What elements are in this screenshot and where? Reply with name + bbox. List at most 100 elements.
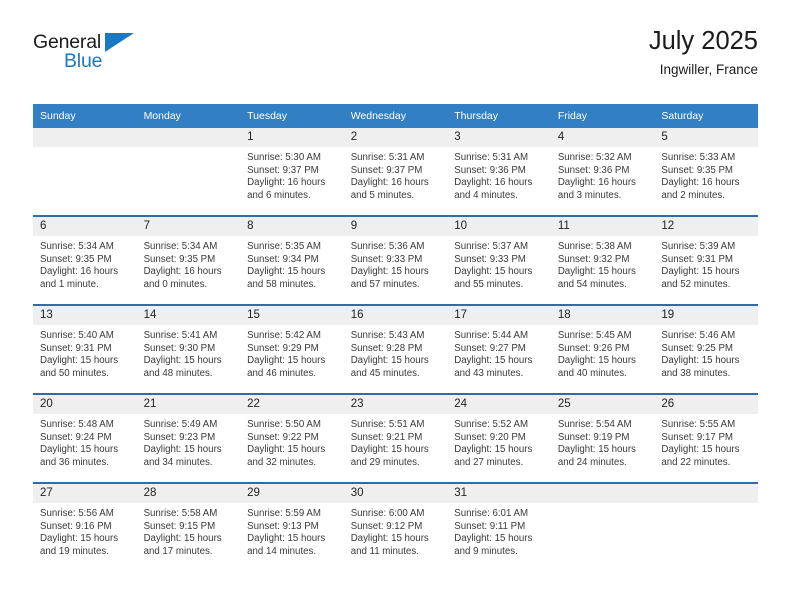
day-sun-info bbox=[33, 147, 137, 152]
sunrise-text: Sunrise: 6:00 AM bbox=[350, 508, 425, 519]
calendar-day-cell[interactable]: 6 Sunrise: 5:34 AM Sunset: 9:35 PM Daylight… bbox=[33, 215, 137, 305]
day-sun-info: Sunrise: 5:42 AM Sunset: 9:29 PM Daylight:… bbox=[240, 325, 344, 381]
day-box: 28 Sunrise: 5:58 AM Sunset: 9:15 PM Dayligh… bbox=[136, 484, 241, 571]
day-number: 7 bbox=[136, 217, 241, 236]
day-box: 24 Sunrise: 5:52 AM Sunset: 9:20 PM Dayligh… bbox=[447, 395, 551, 482]
page-title: July 2025 bbox=[648, 27, 758, 55]
daylight-text-line1: Daylight: 16 hours bbox=[40, 266, 119, 278]
sunset-text: Sunset: 9:34 PM bbox=[247, 253, 319, 265]
sunset-text: Sunset: 9:30 PM bbox=[143, 342, 216, 354]
day-number: 26 bbox=[654, 395, 758, 414]
day-sun-info: Sunrise: 6:00 AM Sunset: 9:12 PM Daylight:… bbox=[344, 503, 448, 559]
sunset-text: Sunset: 9:27 PM bbox=[454, 342, 526, 354]
daylight-text-line2: and 27 minutes. bbox=[454, 457, 524, 469]
calendar-day-cell[interactable]: 15 Sunrise: 5:42 AM Sunset: 9:29 PM Dayligh… bbox=[240, 304, 344, 394]
calendar-day-cell[interactable]: 8 Sunrise: 5:35 AM Sunset: 9:34 PM Daylight… bbox=[240, 215, 344, 305]
sunrise-text: Sunrise: 5:45 AM bbox=[557, 330, 632, 341]
day-box: 10 Sunrise: 5:37 AM Sunset: 9:33 PM Dayligh… bbox=[447, 217, 551, 304]
sunset-text: Sunset: 9:13 PM bbox=[247, 520, 319, 532]
sunset-text: Sunset: 9:12 PM bbox=[350, 520, 423, 532]
calendar-day-cell[interactable]: 16 Sunrise: 5:43 AM Sunset: 9:28 PM Dayligh… bbox=[343, 304, 448, 394]
daylight-text-line1: Daylight: 15 hours bbox=[143, 533, 222, 545]
calendar-day-cell[interactable]: 21 Sunrise: 5:49 AM Sunset: 9:23 PM Dayligh… bbox=[136, 393, 241, 483]
daylight-text-line1: Daylight: 16 hours bbox=[557, 177, 636, 189]
calendar-day-cell[interactable]: 10 Sunrise: 5:37 AM Sunset: 9:33 PM Dayligh… bbox=[447, 215, 551, 305]
daylight-text-line2: and 32 minutes. bbox=[247, 457, 317, 469]
title-block: July 2025 Ingwiller, France bbox=[649, 26, 758, 80]
weekday-header-sunday: Sunday bbox=[33, 104, 137, 128]
calendar-day-cell[interactable]: 3 Sunrise: 5:31 AM Sunset: 9:36 PM Daylight… bbox=[447, 128, 551, 216]
day-sun-info: Sunrise: 5:49 AM Sunset: 9:23 PM Daylight:… bbox=[137, 414, 241, 470]
calendar-day-cell[interactable]: 30 Sunrise: 6:00 AM Sunset: 9:12 PM Dayligh… bbox=[343, 482, 448, 571]
day-number: 8 bbox=[240, 217, 344, 236]
calendar-page: General Blue July 2025 Ingwiller, France… bbox=[0, 0, 792, 612]
daylight-text-line2: and 14 minutes. bbox=[247, 546, 317, 558]
sunrise-text: Sunrise: 6:01 AM bbox=[454, 508, 529, 519]
calendar-day-cell[interactable]: 23 Sunrise: 5:51 AM Sunset: 9:21 PM Dayligh… bbox=[343, 393, 448, 483]
daylight-text-line2: and 11 minutes. bbox=[350, 546, 419, 558]
calendar-day-cell[interactable]: 27 Sunrise: 5:56 AM Sunset: 9:16 PM Dayligh… bbox=[33, 482, 137, 571]
daylight-text-line1: Daylight: 16 hours bbox=[661, 177, 740, 189]
daylight-text-line1: Daylight: 15 hours bbox=[350, 355, 429, 367]
daylight-text-line2: and 3 minutes. bbox=[557, 190, 622, 202]
calendar-day-cell[interactable]: 19 Sunrise: 5:46 AM Sunset: 9:25 PM Dayligh… bbox=[654, 304, 758, 394]
sunrise-text: Sunrise: 5:31 AM bbox=[454, 152, 529, 163]
calendar-day-cell[interactable]: 7 Sunrise: 5:34 AM Sunset: 9:35 PM Daylight… bbox=[136, 215, 241, 305]
sunrise-text: Sunrise: 5:41 AM bbox=[143, 330, 218, 341]
calendar-day-cell[interactable]: 28 Sunrise: 5:58 AM Sunset: 9:15 PM Dayligh… bbox=[136, 482, 241, 571]
calendar-day-cell[interactable]: 1 Sunrise: 5:30 AM Sunset: 9:37 PM Daylight… bbox=[240, 128, 344, 216]
calendar-day-cell[interactable]: 31 Sunrise: 6:01 AM Sunset: 9:11 PM Dayligh… bbox=[447, 482, 551, 571]
daylight-text-line1: Daylight: 15 hours bbox=[557, 444, 636, 456]
day-number: 31 bbox=[447, 484, 551, 503]
day-number: 23 bbox=[343, 395, 448, 414]
sunset-text: Sunset: 9:24 PM bbox=[40, 431, 112, 443]
calendar-day-cell[interactable]: 9 Sunrise: 5:36 AM Sunset: 9:33 PM Daylight… bbox=[343, 215, 448, 305]
calendar-day-cell[interactable]: 29 Sunrise: 5:59 AM Sunset: 9:13 PM Dayligh… bbox=[240, 482, 344, 571]
day-number: 4 bbox=[550, 128, 655, 147]
calendar-week-row: 27 Sunrise: 5:56 AM Sunset: 9:16 PM Dayligh… bbox=[33, 482, 758, 571]
calendar-day-cell[interactable]: 18 Sunrise: 5:45 AM Sunset: 9:26 PM Dayligh… bbox=[550, 304, 655, 394]
calendar-day-cell-empty bbox=[136, 128, 241, 216]
calendar-day-cell[interactable]: 26 Sunrise: 5:55 AM Sunset: 9:17 PM Dayligh… bbox=[654, 393, 758, 483]
day-sun-info: Sunrise: 5:37 AM Sunset: 9:33 PM Daylight:… bbox=[447, 236, 551, 292]
daylight-text-line1: Daylight: 15 hours bbox=[454, 444, 533, 456]
weekday-header-tuesday: Tuesday bbox=[240, 104, 344, 128]
day-sun-info: Sunrise: 5:32 AM Sunset: 9:36 PM Daylight:… bbox=[551, 147, 655, 203]
calendar-day-cell[interactable]: 14 Sunrise: 5:41 AM Sunset: 9:30 PM Dayligh… bbox=[136, 304, 241, 394]
calendar-day-cell[interactable]: 13 Sunrise: 5:40 AM Sunset: 9:31 PM Dayligh… bbox=[33, 304, 137, 394]
calendar-day-cell[interactable]: 4 Sunrise: 5:32 AM Sunset: 9:36 PM Daylight… bbox=[550, 128, 655, 216]
calendar-day-cell[interactable]: 17 Sunrise: 5:44 AM Sunset: 9:27 PM Dayligh… bbox=[447, 304, 551, 394]
day-sun-info: Sunrise: 5:45 AM Sunset: 9:26 PM Daylight:… bbox=[551, 325, 655, 381]
calendar-day-cell[interactable]: 2 Sunrise: 5:31 AM Sunset: 9:37 PM Daylight… bbox=[343, 128, 448, 216]
day-box: 26 Sunrise: 5:55 AM Sunset: 9:17 PM Dayligh… bbox=[654, 395, 758, 482]
day-sun-info: Sunrise: 5:38 AM Sunset: 9:32 PM Daylight:… bbox=[551, 236, 655, 292]
day-box: 22 Sunrise: 5:50 AM Sunset: 9:22 PM Dayligh… bbox=[240, 395, 344, 482]
calendar-day-cell[interactable]: 12 Sunrise: 5:39 AM Sunset: 9:31 PM Dayligh… bbox=[654, 215, 758, 305]
day-sun-info: Sunrise: 5:34 AM Sunset: 9:35 PM Daylight:… bbox=[137, 236, 241, 292]
day-box: 27 Sunrise: 5:56 AM Sunset: 9:16 PM Dayligh… bbox=[33, 484, 137, 571]
day-box: 23 Sunrise: 5:51 AM Sunset: 9:21 PM Dayligh… bbox=[343, 395, 448, 482]
daylight-text-line2: and 48 minutes. bbox=[143, 368, 213, 380]
daylight-text-line1: Daylight: 15 hours bbox=[143, 355, 222, 367]
logo-triangle-icon bbox=[105, 33, 134, 52]
calendar-day-cell[interactable]: 5 Sunrise: 5:33 AM Sunset: 9:35 PM Daylight… bbox=[654, 128, 758, 216]
sunrise-text: Sunrise: 5:33 AM bbox=[661, 152, 736, 163]
day-box: 30 Sunrise: 6:00 AM Sunset: 9:12 PM Dayligh… bbox=[343, 484, 448, 571]
day-sun-info: Sunrise: 5:55 AM Sunset: 9:17 PM Daylight:… bbox=[654, 414, 758, 470]
sunset-text: Sunset: 9:31 PM bbox=[661, 253, 733, 265]
calendar-day-cell[interactable]: 25 Sunrise: 5:54 AM Sunset: 9:19 PM Dayligh… bbox=[550, 393, 655, 483]
sunrise-text: Sunrise: 5:54 AM bbox=[557, 419, 632, 430]
calendar-day-cell[interactable]: 24 Sunrise: 5:52 AM Sunset: 9:20 PM Dayligh… bbox=[447, 393, 551, 483]
daylight-text-line2: and 24 minutes. bbox=[557, 457, 627, 469]
sunset-text: Sunset: 9:35 PM bbox=[143, 253, 216, 265]
calendar-day-cell[interactable]: 22 Sunrise: 5:50 AM Sunset: 9:22 PM Dayligh… bbox=[240, 393, 344, 483]
day-box: 2 Sunrise: 5:31 AM Sunset: 9:37 PM Daylight… bbox=[343, 128, 448, 215]
calendar-day-cell[interactable]: 20 Sunrise: 5:48 AM Sunset: 9:24 PM Dayligh… bbox=[33, 393, 137, 483]
daylight-text-line2: and 54 minutes. bbox=[557, 279, 627, 291]
day-number: 6 bbox=[33, 217, 137, 236]
calendar-day-cell[interactable]: 11 Sunrise: 5:38 AM Sunset: 9:32 PM Dayligh… bbox=[550, 215, 655, 305]
day-sun-info: Sunrise: 5:40 AM Sunset: 9:31 PM Daylight:… bbox=[33, 325, 137, 381]
daylight-text-line2: and 58 minutes. bbox=[247, 279, 317, 291]
sunset-text: Sunset: 9:21 PM bbox=[350, 431, 423, 443]
generalblue-logo[interactable]: General Blue bbox=[33, 26, 153, 80]
